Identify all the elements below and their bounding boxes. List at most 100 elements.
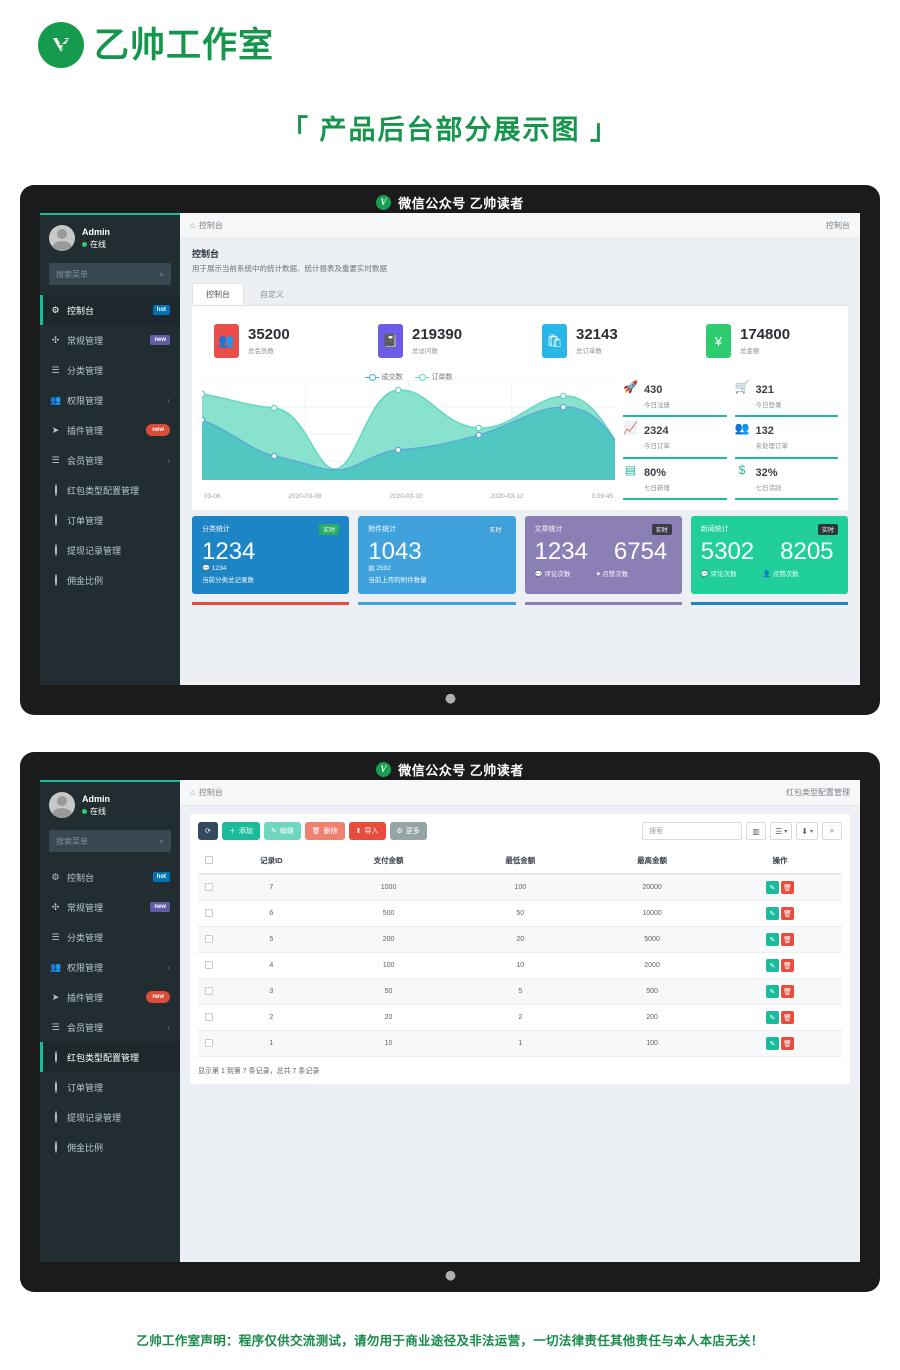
mini-stats: 🚀 430 今日注册 🛒 321 今日登录 📈 2324 今日订单 👥 132 … bbox=[623, 370, 838, 500]
row-delete-button[interactable]: 🗑 bbox=[780, 959, 794, 972]
checkbox-icon[interactable] bbox=[205, 986, 213, 995]
columns-icon[interactable]: ▥ bbox=[746, 822, 767, 840]
sidebar-item-withdraw[interactable]: 提现记录管理 bbox=[40, 535, 180, 565]
sidebar-item-category[interactable]: ☰ 分类管理 bbox=[40, 922, 180, 952]
sidebar-item-plugin[interactable]: ➤ 插件管理 new bbox=[40, 982, 180, 1012]
column-header-max[interactable]: 最高金额 bbox=[586, 848, 718, 875]
export-icon[interactable]: ⬇ ▾ bbox=[796, 822, 818, 840]
row-edit-button[interactable]: ✎ bbox=[765, 985, 779, 998]
mini-stat-login: 🛒 321 今日登录 bbox=[734, 376, 838, 418]
row-delete-button[interactable]: 🗑 bbox=[780, 881, 794, 894]
row-checkbox-cell[interactable] bbox=[198, 952, 220, 979]
sidebar-search-placeholder: 搜索菜单 bbox=[56, 836, 88, 846]
row-checkbox-cell[interactable] bbox=[198, 1004, 220, 1031]
sidebar-item-dashboard[interactable]: ⚙ 控制台 hot bbox=[40, 862, 180, 892]
sidebar-item-permission[interactable]: 👥 权限管理 ‹ bbox=[40, 952, 180, 982]
checkbox-icon[interactable] bbox=[205, 960, 213, 969]
sidebar-user[interactable]: Admin 在线 bbox=[40, 782, 180, 830]
sidebar-item-order[interactable]: 订单管理 bbox=[40, 505, 180, 535]
table-row[interactable]: 3 50 5 500 ✎ 🗑 bbox=[198, 978, 842, 1005]
sidebar-item-general[interactable]: ✣ 常规管理 new bbox=[40, 325, 180, 355]
row-checkbox-cell[interactable] bbox=[198, 926, 220, 953]
row-delete-button[interactable]: 🗑 bbox=[780, 1037, 794, 1050]
list-icon: ☰ bbox=[51, 931, 60, 942]
sidebar-search[interactable]: 搜索菜单 ⌕ bbox=[49, 263, 171, 285]
cell-pay: 200 bbox=[322, 926, 455, 953]
checkbox-icon[interactable] bbox=[205, 934, 213, 943]
sidebar-search[interactable]: 搜索菜单 ⌕ bbox=[49, 830, 171, 852]
row-checkbox-cell[interactable] bbox=[198, 900, 220, 927]
search-icon[interactable]: ⌕ bbox=[822, 822, 842, 840]
sidebar-item-order[interactable]: 订单管理 bbox=[40, 1072, 180, 1102]
select-all-header[interactable] bbox=[198, 848, 220, 875]
sidebar-item-general[interactable]: ✣ 常规管理 new bbox=[40, 892, 180, 922]
table-row[interactable]: 6 500 50 10000 ✎ 🗑 bbox=[198, 900, 842, 927]
search-input[interactable]: 搜索 bbox=[642, 822, 743, 840]
sidebar-item-withdraw[interactable]: 提现记录管理 bbox=[40, 1102, 180, 1132]
row-edit-button[interactable]: ✎ bbox=[765, 1011, 779, 1024]
tab-dashboard[interactable]: 控制台 bbox=[192, 283, 244, 305]
table-row[interactable]: 7 1000 100 20000 ✎ 🗑 bbox=[198, 874, 842, 901]
dashboard-content: ⌂ 控制台 控制台 控制台 用于展示当前系统中的统计数据、统计报表及重要实时数据… bbox=[180, 213, 860, 685]
row-checkbox-cell[interactable] bbox=[198, 978, 220, 1005]
refresh-button[interactable]: ⟳ bbox=[198, 822, 218, 840]
sidebar-item-commission[interactable]: 佣金比例 bbox=[40, 1132, 180, 1162]
row-checkbox-cell[interactable] bbox=[198, 874, 220, 901]
cell-max: 100 bbox=[586, 1030, 718, 1057]
sidebar-item-redpacket-type[interactable]: 红包类型配置管理 bbox=[40, 1042, 180, 1072]
cell-max: 10000 bbox=[586, 900, 718, 927]
list-toggle-icon[interactable]: ☰ ▾ bbox=[770, 822, 793, 840]
circle-icon bbox=[50, 484, 61, 496]
tab-custom[interactable]: 自定义 bbox=[246, 283, 298, 305]
edit-button[interactable]: ✎ 编辑 bbox=[263, 822, 301, 840]
cell-actions: ✎ 🗑 bbox=[717, 978, 842, 1005]
sidebar-item-category[interactable]: ☰ 分类管理 bbox=[40, 355, 180, 385]
legend-item-chengjiao[interactable]: 成交数 bbox=[364, 372, 403, 382]
legend-item-dingdan[interactable]: 订单数 bbox=[414, 372, 453, 382]
checkbox-icon[interactable] bbox=[205, 1012, 213, 1021]
card-value: 1234 bbox=[202, 538, 256, 565]
cell-actions: ✎ 🗑 bbox=[717, 1004, 842, 1031]
logo-icon bbox=[38, 22, 84, 68]
status-badge: new bbox=[150, 334, 170, 346]
sidebar-item-label: 红包类型配置管理 bbox=[67, 485, 140, 496]
checkbox-icon[interactable] bbox=[205, 882, 213, 891]
checkbox-icon[interactable] bbox=[205, 1038, 213, 1047]
import-button[interactable]: ⬆ 导入 bbox=[348, 822, 386, 840]
column-header-min[interactable]: 最低金额 bbox=[454, 848, 587, 875]
sidebar-user[interactable]: Admin 在线 bbox=[40, 215, 180, 263]
sidebar-item-member[interactable]: ☰ 会员管理 ‹ bbox=[40, 1012, 180, 1042]
more-button[interactable]: ⚙ 更多 bbox=[389, 822, 427, 840]
row-checkbox-cell[interactable] bbox=[198, 1030, 220, 1057]
table-row[interactable]: 5 200 20 5000 ✎ 🗑 bbox=[198, 926, 842, 953]
table-row[interactable]: 4 100 10 2000 ✎ 🗑 bbox=[198, 952, 842, 979]
list-icon: ☰ bbox=[51, 1021, 60, 1032]
sidebar-item-commission[interactable]: 佣金比例 bbox=[40, 565, 180, 595]
sidebar-item-member[interactable]: ☰ 会员管理 ‹ bbox=[40, 445, 180, 475]
row-edit-button[interactable]: ✎ bbox=[765, 1037, 779, 1050]
add-button[interactable]: ＋ 添加 bbox=[221, 822, 260, 840]
row-delete-button[interactable]: 🗑 bbox=[780, 907, 794, 920]
table-content: ⌂ 控制台 红包类型配置管理 ⟳ ＋ 添加 ✎ 编辑 🗑 删除 ⬆ 导入 ⚙ 更… bbox=[180, 780, 860, 1262]
checkbox-icon[interactable] bbox=[205, 908, 213, 917]
row-edit-button[interactable]: ✎ bbox=[765, 907, 779, 920]
table-row[interactable]: 2 20 2 200 ✎ 🗑 bbox=[198, 1004, 842, 1031]
breadcrumb-current: 控制台 bbox=[198, 221, 223, 230]
heart-icon: ♥ bbox=[596, 571, 601, 579]
column-header-id[interactable]: 记录ID bbox=[220, 848, 323, 875]
sidebar-item-redpacket-type[interactable]: 红包类型配置管理 bbox=[40, 475, 180, 505]
column-header-pay[interactable]: 支付金额 bbox=[322, 848, 455, 875]
row-edit-button[interactable]: ✎ bbox=[765, 881, 779, 894]
row-edit-button[interactable]: ✎ bbox=[765, 959, 779, 972]
checkbox-icon[interactable] bbox=[205, 855, 213, 864]
table-row[interactable]: 1 10 1 100 ✎ 🗑 bbox=[198, 1030, 842, 1057]
row-delete-button[interactable]: 🗑 bbox=[780, 1011, 794, 1024]
sidebar-item-dashboard[interactable]: ⚙ 控制台 hot bbox=[40, 295, 180, 325]
row-delete-button[interactable]: 🗑 bbox=[780, 985, 794, 998]
sidebar-item-permission[interactable]: 👥 权限管理 ‹ bbox=[40, 385, 180, 415]
sidebar-item-plugin[interactable]: ➤ 插件管理 new bbox=[40, 415, 180, 445]
cell-id: 1 bbox=[220, 1030, 323, 1057]
row-delete-button[interactable]: 🗑 bbox=[780, 933, 794, 946]
row-edit-button[interactable]: ✎ bbox=[765, 933, 779, 946]
delete-button[interactable]: 🗑 删除 bbox=[304, 822, 345, 840]
